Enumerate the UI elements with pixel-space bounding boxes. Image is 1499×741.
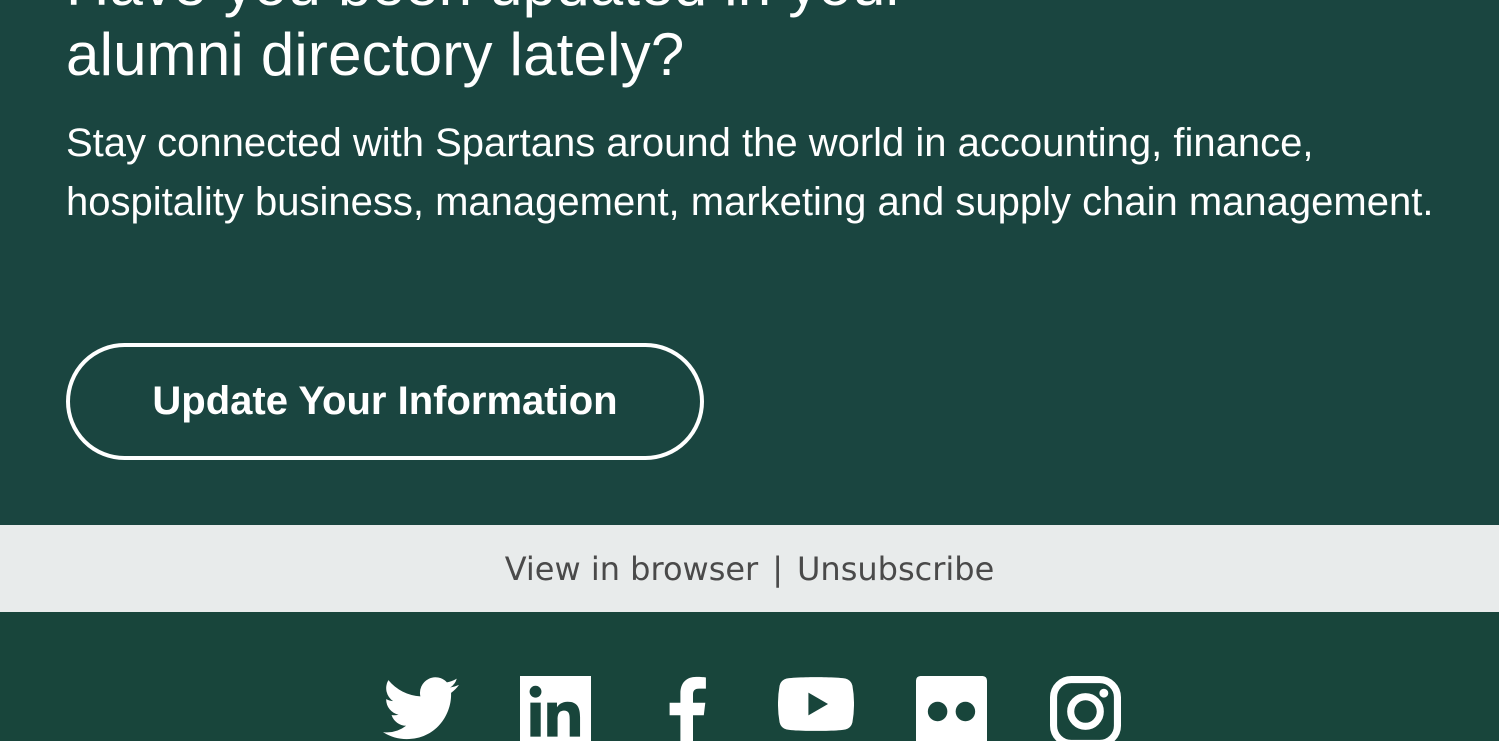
youtube-icon[interactable] [777,676,855,737]
instagram-icon[interactable] [1050,676,1121,741]
footer-links-bar: View in browser | Unsubscribe [0,525,1499,612]
twitter-icon[interactable] [383,676,459,741]
update-information-button[interactable]: Update Your Information [66,343,704,460]
facebook-icon[interactable] [668,676,706,741]
flickr-icon[interactable] [916,676,987,741]
headline-line-1: Have you been updated in your [66,0,1366,20]
footer-separator: | [772,549,783,588]
headline-line-2: alumni directory lately? [66,21,685,88]
unsubscribe-link[interactable]: Unsubscribe [797,550,994,588]
hero-body-text: Stay connected with Spartans around the … [66,121,1434,224]
view-in-browser-link[interactable]: View in browser [505,550,758,588]
linkedin-icon[interactable] [520,676,591,741]
hero-section: Have you been updated in your alumni dir… [0,0,1499,525]
headline: Have you been updated in your alumni dir… [66,0,1366,90]
social-icons-bar [0,612,1499,741]
